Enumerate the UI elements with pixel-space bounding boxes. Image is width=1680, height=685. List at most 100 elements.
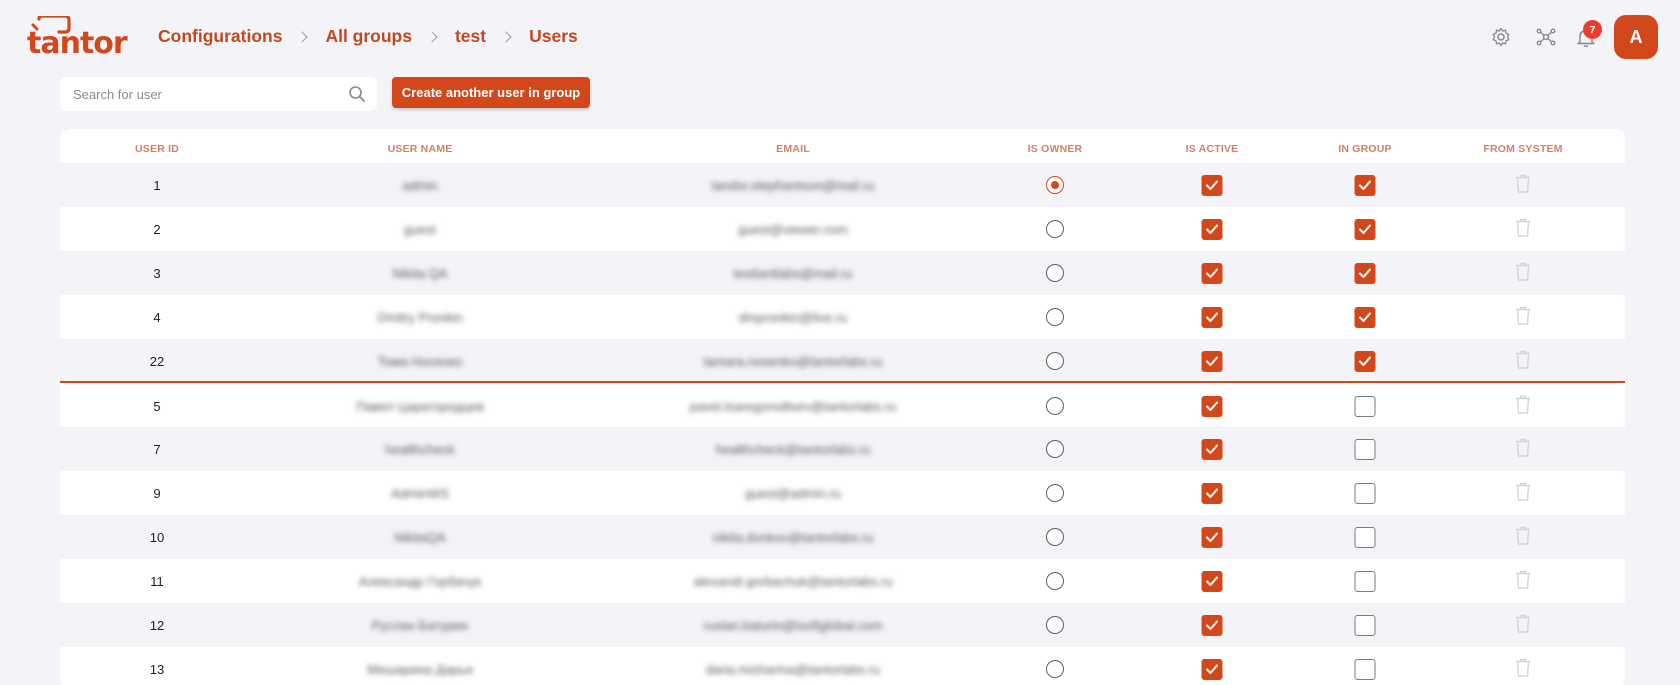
user-name-cell: Александр Горбачук	[358, 573, 482, 589]
trash-icon[interactable]	[1515, 614, 1531, 636]
is-owner-cell	[1046, 471, 1064, 515]
tantor-logo[interactable]: tantor	[25, 16, 128, 61]
trash-icon[interactable]	[1515, 526, 1531, 548]
in-group-checkbox[interactable]	[1354, 262, 1376, 284]
is-active-cell	[1201, 339, 1223, 383]
owner-radio[interactable]	[1046, 220, 1064, 238]
column-header-is-owner[interactable]: IS OWNER	[1028, 143, 1083, 155]
table-row[interactable]: 1 admin tandor.elephantson@mail.ru	[60, 163, 1625, 207]
table-row[interactable]: 9 AdminWS guest@admin.ru	[60, 471, 1625, 515]
column-header-email[interactable]: EMAIL	[776, 143, 810, 155]
breadcrumb-group-test[interactable]: test	[455, 26, 486, 47]
avatar[interactable]: A	[1614, 15, 1658, 59]
table-row[interactable]: 3 Nikita QA testtantlabs@mail.ru	[60, 251, 1625, 295]
users-table: USER ID USER NAME EMAIL IS OWNER IS ACTI…	[60, 129, 1625, 685]
table-row[interactable]: 11 Александр Горбачук alexandr.gorbachuk@t…	[60, 559, 1625, 603]
column-header-from-system[interactable]: FROM SYSTEM	[1483, 143, 1562, 155]
active-checkbox[interactable]	[1201, 614, 1223, 636]
trash-icon[interactable]	[1515, 438, 1531, 460]
trash-icon[interactable]	[1515, 306, 1531, 328]
from-system-cell	[1515, 163, 1531, 207]
table-row[interactable]: 12 Руслан Батурин ruslan.baturin@isoftglob…	[60, 603, 1625, 647]
owner-radio[interactable]	[1046, 660, 1064, 678]
active-checkbox[interactable]	[1201, 174, 1223, 196]
owner-radio[interactable]	[1046, 616, 1064, 634]
in-group-cell	[1354, 384, 1376, 428]
trash-icon[interactable]	[1515, 395, 1531, 417]
in-group-checkbox[interactable]	[1354, 482, 1376, 504]
in-group-checkbox[interactable]	[1354, 658, 1376, 680]
table-row[interactable]: 7 healthcheck healthcheck@tantorlabs.ru	[60, 427, 1625, 471]
trash-icon[interactable]	[1515, 350, 1531, 372]
email-cell: ruslan.baturin@isoftglobal.com	[703, 617, 883, 633]
trash-icon[interactable]	[1515, 174, 1531, 196]
is-owner-cell	[1046, 295, 1064, 339]
table-row[interactable]: 5 Павел Царегородцев pavel.tsaregorodtsev@…	[60, 384, 1625, 428]
owner-radio[interactable]	[1046, 528, 1064, 546]
is-active-cell	[1201, 647, 1223, 685]
active-checkbox[interactable]	[1201, 570, 1223, 592]
owner-radio[interactable]	[1046, 352, 1064, 370]
column-header-is-active[interactable]: IS ACTIVE	[1186, 143, 1239, 155]
create-user-button[interactable]: Create another user in group	[392, 77, 590, 108]
table-row[interactable]: 2 guest guest@viewer.com	[60, 207, 1625, 251]
table-row[interactable]: 10 NikitaQA nikita.donkov@tantorlabs.ru	[60, 515, 1625, 559]
active-checkbox[interactable]	[1201, 395, 1223, 417]
column-header-user-name[interactable]: USER NAME	[388, 143, 453, 155]
in-group-checkbox[interactable]	[1354, 174, 1376, 196]
user-id-cell: 12	[149, 617, 165, 633]
is-active-cell	[1201, 427, 1223, 471]
in-group-checkbox[interactable]	[1354, 526, 1376, 548]
owner-radio[interactable]	[1046, 440, 1064, 458]
user-name-cell: guest	[404, 221, 436, 237]
owner-radio[interactable]	[1046, 484, 1064, 502]
trash-icon[interactable]	[1515, 218, 1531, 240]
active-checkbox[interactable]	[1201, 526, 1223, 548]
active-checkbox[interactable]	[1201, 350, 1223, 372]
in-group-checkbox[interactable]	[1354, 438, 1376, 460]
active-checkbox[interactable]	[1201, 306, 1223, 328]
active-checkbox[interactable]	[1201, 658, 1223, 680]
gear-icon[interactable]	[1490, 26, 1512, 48]
trash-icon[interactable]	[1515, 482, 1531, 504]
user-name-cell: Павел Царегородцев	[356, 398, 484, 414]
column-header-user-id[interactable]: USER ID	[135, 143, 179, 155]
search-input[interactable]	[60, 77, 340, 111]
trash-icon[interactable]	[1515, 658, 1531, 680]
is-owner-cell	[1046, 647, 1064, 685]
active-checkbox[interactable]	[1201, 218, 1223, 240]
owner-radio[interactable]	[1046, 308, 1064, 326]
in-group-checkbox[interactable]	[1354, 350, 1376, 372]
in-group-cell	[1354, 427, 1376, 471]
in-group-cell	[1354, 251, 1376, 295]
table-row[interactable]: 4 Dmitry Pronkin dmpronkin@live.ru	[60, 295, 1625, 339]
email-cell: tamara.nosenko@tantorlabs.ru	[703, 353, 883, 369]
active-checkbox[interactable]	[1201, 262, 1223, 284]
email-cell: alexandr.gorbachuk@tantorlabs.ru	[693, 573, 893, 589]
from-system-cell	[1515, 559, 1531, 603]
is-active-cell	[1201, 163, 1223, 207]
table-row[interactable]: 22 Тома Носенко tamara.nosenko@tantorlabs.…	[60, 339, 1625, 383]
breadcrumb-configurations[interactable]: Configurations	[158, 26, 282, 47]
owner-radio[interactable]	[1046, 264, 1064, 282]
breadcrumb-all-groups[interactable]: All groups	[325, 26, 412, 47]
in-group-checkbox[interactable]	[1354, 614, 1376, 636]
user-id-cell: 9	[153, 485, 161, 501]
network-icon[interactable]	[1535, 26, 1557, 48]
in-group-checkbox[interactable]	[1354, 218, 1376, 240]
trash-icon[interactable]	[1515, 570, 1531, 592]
table-row[interactable]: 13 Мешарина Дарья daria.misharina@tantorla…	[60, 647, 1625, 685]
trash-icon[interactable]	[1515, 262, 1531, 284]
active-checkbox[interactable]	[1201, 482, 1223, 504]
owner-radio[interactable]	[1046, 572, 1064, 590]
active-checkbox[interactable]	[1201, 438, 1223, 460]
is-owner-cell	[1046, 339, 1064, 383]
in-group-checkbox[interactable]	[1354, 570, 1376, 592]
column-header-in-group[interactable]: IN GROUP	[1338, 143, 1392, 155]
owner-radio[interactable]	[1046, 397, 1064, 415]
search-icon[interactable]	[348, 85, 366, 108]
in-group-checkbox[interactable]	[1354, 395, 1376, 417]
email-cell: tandor.elephantson@mail.ru	[711, 177, 875, 193]
in-group-checkbox[interactable]	[1354, 306, 1376, 328]
owner-radio[interactable]	[1046, 176, 1064, 194]
